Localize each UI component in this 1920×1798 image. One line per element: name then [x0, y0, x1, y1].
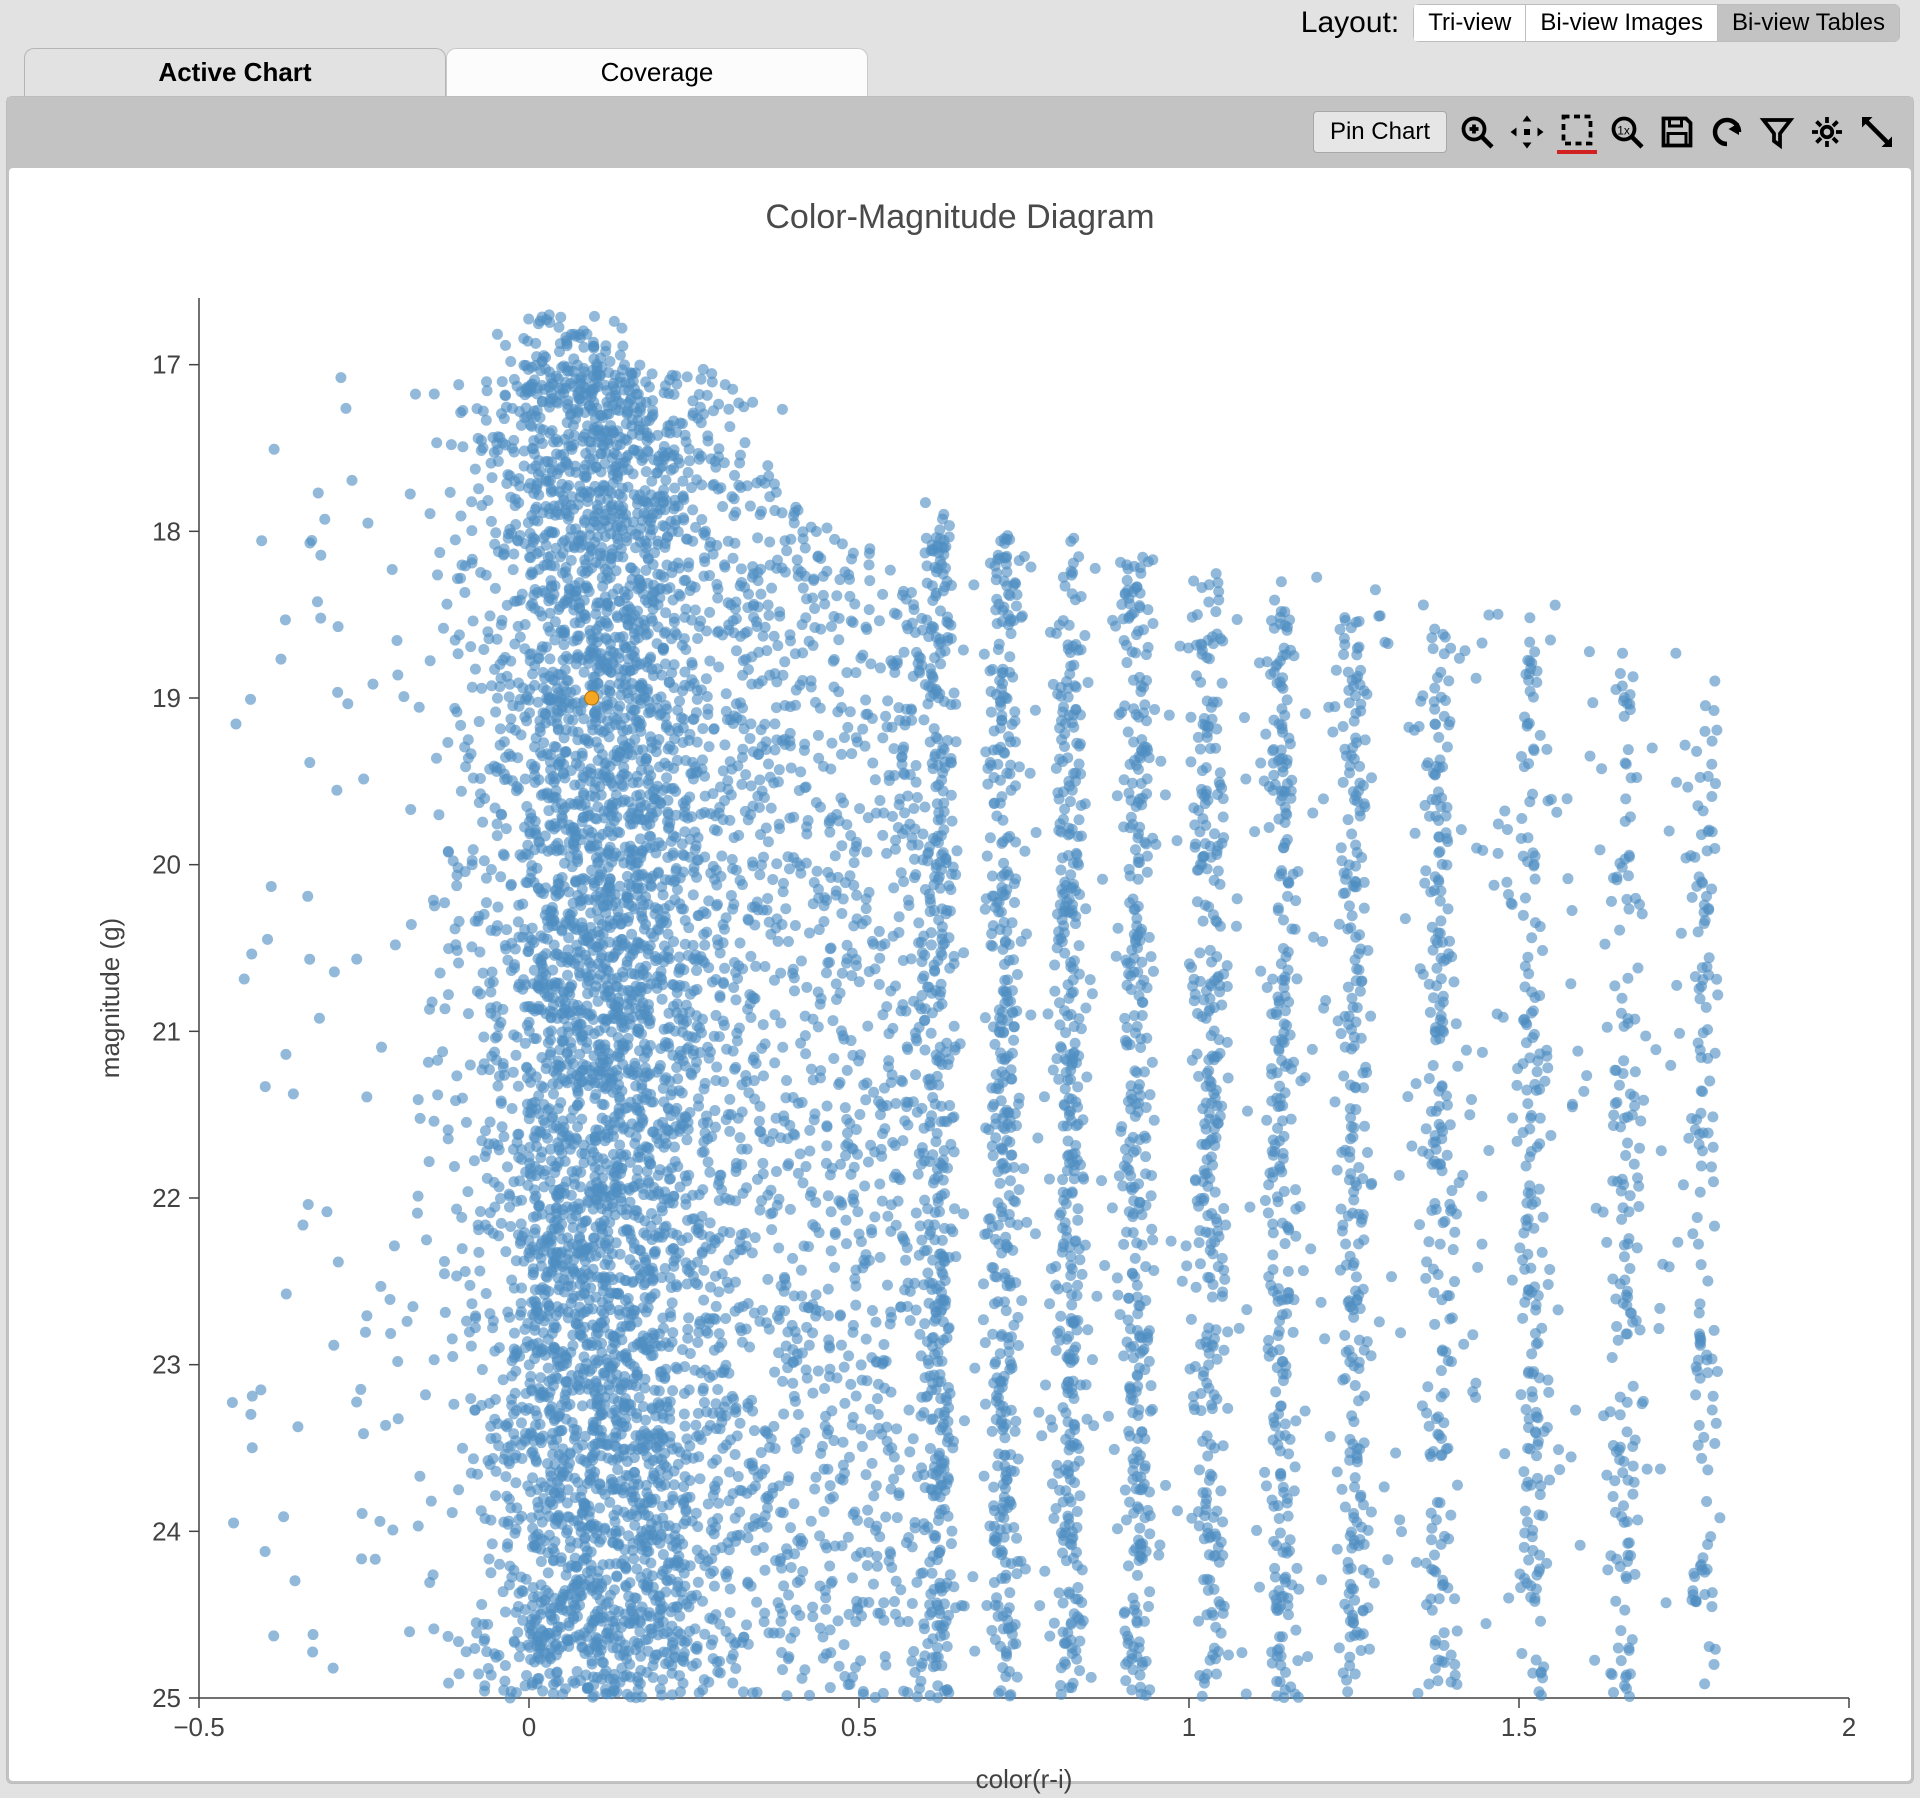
- svg-text:1.5: 1.5: [1501, 1712, 1537, 1742]
- settings-icon[interactable]: [1807, 112, 1847, 152]
- layout-biview-images-button[interactable]: Bi-view Images: [1526, 4, 1718, 42]
- layout-label: Layout:: [1301, 6, 1399, 40]
- svg-text:24: 24: [152, 1516, 181, 1546]
- svg-text:21: 21: [152, 1016, 181, 1046]
- scatter-plot[interactable]: −0.5 0 0.5 1 1.5 2 17 18 19 20 21 22 23 24 25 color(r-i…: [89, 278, 1889, 1798]
- pan-icon[interactable]: [1507, 112, 1547, 152]
- chart-area[interactable]: Color-Magnitude Diagram −0.5 0 0.5 1 1.5 2 17 1…: [9, 168, 1911, 1781]
- zoom-in-icon[interactable]: [1457, 112, 1497, 152]
- chart-toolbar: Pin Chart 1x: [7, 97, 1913, 168]
- svg-text:color(r-i): color(r-i): [976, 1764, 1073, 1794]
- expand-icon[interactable]: [1857, 112, 1897, 152]
- svg-text:0: 0: [522, 1712, 536, 1742]
- save-icon[interactable]: [1657, 112, 1697, 152]
- layout-switch-bar: Layout: Tri-view Bi-view Images Bi-view …: [0, 0, 1920, 48]
- pin-chart-button[interactable]: Pin Chart: [1313, 111, 1447, 153]
- chart-title: Color-Magnitude Diagram: [9, 168, 1911, 237]
- zoom-1x-icon[interactable]: 1x: [1607, 112, 1647, 152]
- layout-tri-view-button[interactable]: Tri-view: [1413, 4, 1526, 42]
- svg-text:0.5: 0.5: [841, 1712, 877, 1742]
- svg-text:2: 2: [1842, 1712, 1856, 1742]
- select-rect-icon[interactable]: [1557, 110, 1597, 154]
- svg-text:20: 20: [152, 850, 181, 880]
- chart-panel: Pin Chart 1x Color-Magnitude Diagram: [6, 96, 1914, 1784]
- svg-text:1x: 1x: [1617, 123, 1630, 137]
- svg-text:−0.5: −0.5: [173, 1712, 224, 1742]
- svg-text:23: 23: [152, 1350, 181, 1380]
- layout-biview-tables-button[interactable]: Bi-view Tables: [1718, 4, 1900, 42]
- filter-icon[interactable]: [1757, 112, 1797, 152]
- layout-segmented-control: Tri-view Bi-view Images Bi-view Tables: [1413, 4, 1900, 42]
- svg-text:1: 1: [1182, 1712, 1196, 1742]
- svg-text:25: 25: [152, 1683, 181, 1713]
- svg-text:18: 18: [152, 516, 181, 546]
- tab-active-chart[interactable]: Active Chart: [24, 48, 446, 96]
- undo-icon[interactable]: [1707, 112, 1747, 152]
- svg-text:19: 19: [152, 683, 181, 713]
- svg-text:17: 17: [152, 350, 181, 380]
- tab-coverage[interactable]: Coverage: [446, 48, 868, 96]
- tab-strip: Active Chart Coverage: [0, 48, 1920, 96]
- svg-text:22: 22: [152, 1183, 181, 1213]
- svg-text:magnitude (g): magnitude (g): [95, 918, 125, 1078]
